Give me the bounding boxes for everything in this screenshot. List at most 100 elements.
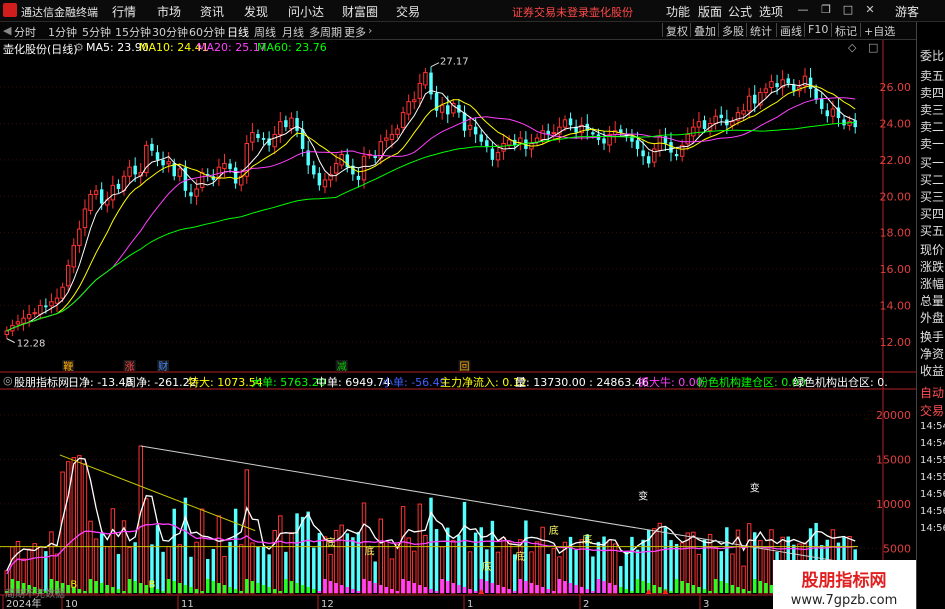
- candle-body: [32, 312, 37, 315]
- tab-weekly[interactable]: 周线: [254, 24, 276, 40]
- close-icon[interactable]: ✕: [862, 2, 878, 18]
- restore-icon[interactable]: ❐: [818, 2, 834, 18]
- candle-body: [641, 150, 645, 157]
- earnings-label: 收益: [920, 364, 945, 378]
- panel-close-icon[interactable]: □: [868, 41, 878, 54]
- maximize-icon[interactable]: □: [840, 2, 856, 18]
- candle-body: [384, 137, 389, 141]
- volume-bar: [345, 533, 350, 593]
- indicator-name[interactable]: 股朋指标网: [14, 374, 69, 390]
- candle-body: [763, 88, 769, 94]
- date-label: 11: [181, 599, 194, 609]
- bid4-label: 买四: [920, 207, 945, 221]
- login-notice[interactable]: 证券交易未登录: [512, 4, 589, 20]
- guest-user[interactable]: 游客: [895, 3, 919, 20]
- flow-bar: [261, 585, 266, 593]
- candle-body: [300, 129, 305, 149]
- menu-formula[interactable]: 公式: [728, 3, 752, 20]
- bid2-label: 买二: [920, 173, 945, 187]
- stock-link[interactable]: 壶化股份: [589, 4, 633, 20]
- tab-15min[interactable]: 15分钟: [115, 24, 151, 40]
- minimize-icon[interactable]: —: [795, 2, 811, 18]
- flow-bar: [172, 581, 176, 593]
- ask1-label: 卖一: [920, 137, 945, 151]
- volume-bar: [317, 532, 322, 593]
- diamond-icon[interactable]: ◇: [848, 41, 856, 54]
- menu-news[interactable]: 资讯: [200, 3, 224, 20]
- collapse-icon[interactable]: ◀: [3, 24, 11, 37]
- tab-more[interactable]: 更多: [344, 24, 366, 40]
- flow-bar: [339, 585, 344, 593]
- flow-bar: [758, 581, 763, 593]
- menu-market-quotes[interactable]: 行情: [112, 3, 136, 20]
- candle-body: [306, 150, 310, 166]
- candle-body: [423, 72, 428, 86]
- volume-bar: [116, 553, 121, 593]
- flow-bar: [747, 591, 751, 593]
- tab-1min[interactable]: 1分钟: [48, 24, 77, 40]
- volume-signal-label: 底: [549, 524, 559, 537]
- tab-60min[interactable]: 60分钟: [189, 24, 225, 40]
- volume-bar: [161, 551, 165, 593]
- app-logo-icon: [3, 3, 17, 17]
- flow-bar: [166, 579, 171, 593]
- kline-chart[interactable]: 26.00 24.00 22.00 20.00 18.00 16.00 14.00 12.00…: [0, 40, 916, 609]
- f10-button[interactable]: F10: [804, 23, 831, 37]
- tab-5min[interactable]: 5分钟: [82, 24, 111, 40]
- candle-body: [830, 108, 836, 117]
- trade-button[interactable]: 交易: [920, 402, 944, 419]
- tab-intraday[interactable]: 分时: [14, 24, 36, 40]
- flow-bar: [708, 591, 712, 593]
- tab-30min[interactable]: 30分钟: [152, 24, 188, 40]
- statistics-button[interactable]: 统计: [746, 23, 775, 38]
- candle-body: [233, 167, 238, 184]
- mark-button[interactable]: 标记: [831, 23, 860, 38]
- candle-body: [490, 148, 495, 160]
- candle-body: [133, 165, 137, 175]
- flow-bar: [524, 581, 528, 593]
- watermark-site: 股朋指标网: [802, 570, 887, 591]
- candle-body: [15, 321, 21, 325]
- flow-bar: [652, 585, 656, 593]
- candle-body: [446, 105, 450, 115]
- draw-line-button[interactable]: 画线: [776, 23, 805, 38]
- candle-body: [322, 179, 328, 188]
- candle-body: [506, 139, 512, 146]
- tab-multi-period[interactable]: 多周期: [309, 24, 342, 40]
- high-price-label: 27.17: [440, 57, 469, 68]
- flow-bar: [680, 581, 684, 593]
- auto-button[interactable]: 自动: [920, 384, 944, 401]
- volume-bar: [540, 526, 545, 594]
- candle-body: [38, 304, 43, 315]
- candle-body: [439, 104, 445, 113]
- indicator-toggle-icon[interactable]: ◎: [3, 374, 13, 387]
- large-order-value: 大单: 5763.20: [251, 376, 326, 389]
- flow-bar: [362, 579, 366, 593]
- flow-bar: [133, 581, 137, 593]
- volume-bar: [663, 527, 668, 593]
- add-watchlist-button[interactable]: +自选: [860, 23, 898, 38]
- restore-rights-button[interactable]: 复权: [662, 23, 691, 38]
- overlay-button[interactable]: 叠加: [690, 23, 719, 38]
- flow-bar: [323, 579, 327, 593]
- menu-ask-xiaoda[interactable]: 问小达: [288, 3, 324, 20]
- candle-body: [792, 84, 796, 91]
- flow-bar: [245, 579, 249, 593]
- volume-bar: [312, 547, 316, 593]
- menu-options[interactable]: 选项: [759, 3, 783, 20]
- bid5-label: 买五: [920, 224, 945, 238]
- menu-trade[interactable]: 交易: [396, 3, 420, 20]
- menu-function[interactable]: 功能: [666, 3, 690, 20]
- tab-monthly[interactable]: 月线: [282, 24, 304, 40]
- menu-wealth-circle[interactable]: 财富圈: [342, 3, 378, 20]
- flow-bar: [233, 589, 238, 593]
- menu-discover[interactable]: 发现: [244, 3, 268, 20]
- multi-stock-button[interactable]: 多股: [718, 23, 747, 38]
- menu-layout[interactable]: 版面: [698, 3, 722, 20]
- settings-icon[interactable]: ⚙: [74, 41, 84, 54]
- more-chevron-icon[interactable]: ›: [368, 24, 372, 37]
- flow-bar: [88, 579, 93, 593]
- tab-daily[interactable]: 日线: [227, 24, 249, 40]
- menu-market[interactable]: 市场: [157, 3, 181, 20]
- volume-bar: [384, 541, 389, 594]
